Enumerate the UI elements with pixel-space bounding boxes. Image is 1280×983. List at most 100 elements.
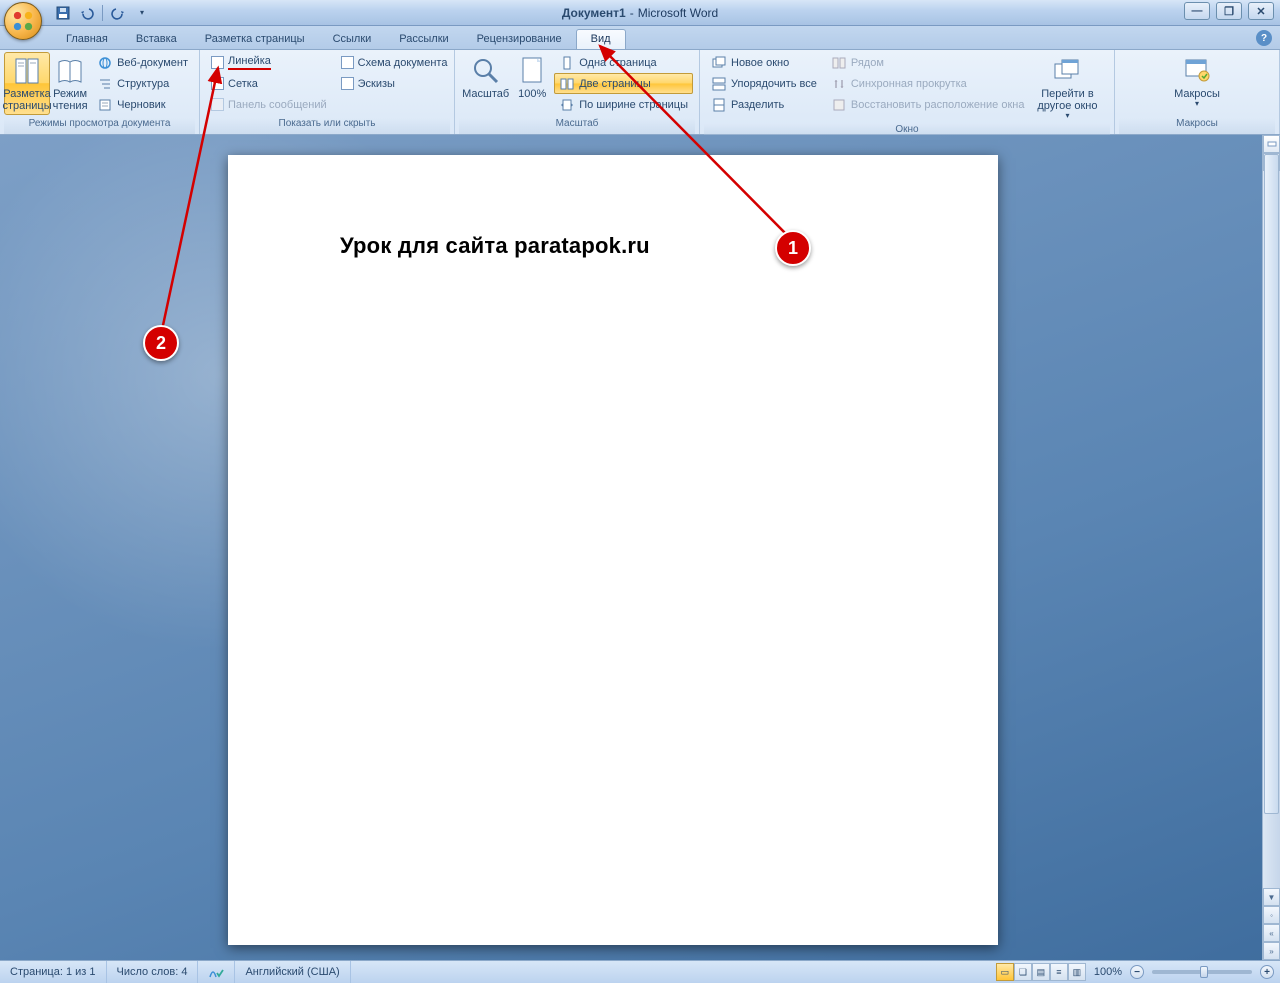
checkbox-icon [341, 77, 354, 90]
sync-scroll-button: Синхронная прокрутка [826, 73, 1030, 94]
tab-references[interactable]: Ссылки [319, 30, 386, 49]
view-mode-buttons: ▭ ❏ ▤ ≡ ▥ [996, 963, 1086, 981]
tab-mailings[interactable]: Рассылки [385, 30, 462, 49]
separator [102, 5, 103, 21]
macros-button[interactable]: Макросы ▾ [1170, 52, 1224, 112]
zoom-slider[interactable] [1152, 970, 1252, 974]
new-window-button[interactable]: Новое окно [706, 52, 822, 73]
office-button[interactable] [4, 2, 42, 40]
outline-button[interactable]: Структура [92, 73, 193, 94]
ruler-checkbox[interactable]: Линейка [206, 52, 332, 73]
checkbox-icon [211, 98, 224, 111]
undo-icon[interactable] [76, 3, 98, 23]
split-button[interactable]: Разделить [706, 94, 822, 115]
page-width-icon [559, 97, 575, 113]
new-window-icon [711, 55, 727, 71]
ribbon-tabs: Главная Вставка Разметка страницы Ссылки… [0, 26, 1280, 50]
view-print-layout-icon[interactable]: ▭ [996, 963, 1014, 981]
two-pages-button[interactable]: Две страницы [554, 73, 693, 94]
next-page-icon[interactable]: » [1263, 942, 1280, 960]
thumbnails-checkbox[interactable]: Эскизы [336, 73, 453, 94]
minimize-button[interactable]: — [1184, 2, 1210, 20]
chevron-down-icon: ▾ [1065, 112, 1069, 121]
status-bar: Страница: 1 из 1 Число слов: 4 Английски… [0, 960, 1280, 983]
web-layout-icon [97, 55, 113, 71]
ruler-toggle-icon[interactable] [1263, 135, 1280, 153]
document-body-text[interactable]: Урок для сайта paratapok.ru [340, 233, 650, 259]
callout-2: 2 [143, 325, 179, 361]
help-icon[interactable]: ? [1256, 30, 1272, 46]
tab-page-layout[interactable]: Разметка страницы [191, 30, 319, 49]
status-words[interactable]: Число слов: 4 [107, 961, 199, 983]
checkbox-icon [341, 56, 354, 69]
document-map-checkbox[interactable]: Схема документа [336, 52, 453, 73]
zoom-slider-thumb[interactable] [1200, 966, 1208, 978]
view-reading-icon[interactable]: ❏ [1014, 963, 1032, 981]
checkbox-icon [211, 56, 224, 69]
message-bar-checkbox: Панель сообщений [206, 94, 332, 115]
zoom-100-button[interactable]: 100% [512, 52, 552, 103]
group-label-views: Режимы просмотра документа [4, 118, 195, 134]
ribbon: Разметка страницы Режим чтения Веб-докум… [0, 50, 1280, 135]
print-layout-button[interactable]: Разметка страницы [4, 52, 50, 115]
maximize-button[interactable]: ❐ [1216, 2, 1242, 20]
chevron-down-icon: ▾ [1195, 100, 1199, 109]
status-proofing-icon[interactable] [198, 961, 235, 983]
side-by-side-icon [831, 55, 847, 71]
tab-home[interactable]: Главная [52, 30, 122, 49]
zoom-button[interactable]: Масштаб [459, 52, 512, 103]
redo-icon[interactable] [107, 3, 129, 23]
print-layout-label: Разметка страницы [2, 88, 51, 112]
scroll-down-icon[interactable]: ▼ [1263, 888, 1280, 906]
tab-view[interactable]: Вид [576, 29, 626, 49]
print-layout-icon [11, 55, 43, 87]
vertical-scrollbar[interactable]: ▲ ▼ ◦ « » [1262, 135, 1280, 960]
web-layout-button[interactable]: Веб-документ [92, 52, 193, 73]
status-page[interactable]: Страница: 1 из 1 [0, 961, 107, 983]
zoom-in-button[interactable]: + [1260, 965, 1274, 979]
zoom-icon [470, 55, 502, 87]
tab-review[interactable]: Рецензирование [463, 30, 576, 49]
app-name: Microsoft Word [638, 6, 718, 20]
tab-insert[interactable]: Вставка [122, 30, 191, 49]
two-pages-icon [559, 76, 575, 92]
scroll-thumb[interactable] [1264, 154, 1279, 814]
gridlines-checkbox[interactable]: Сетка [206, 73, 332, 94]
one-page-icon [559, 55, 575, 71]
view-draft-icon[interactable]: ▥ [1068, 963, 1086, 981]
close-button[interactable]: ✕ [1248, 2, 1274, 20]
draft-icon [97, 97, 113, 113]
callout-1: 1 [775, 230, 811, 266]
document-area: Урок для сайта paratapok.ru ▲ ▼ ◦ « » [0, 135, 1280, 960]
arrange-all-button[interactable]: Упорядочить все [706, 73, 822, 94]
reading-mode-button[interactable]: Режим чтения [50, 52, 90, 115]
zoom-percent[interactable]: 100% [1088, 966, 1128, 978]
draft-button[interactable]: Черновик [92, 94, 193, 115]
window-title: Документ1 - Microsoft Word [562, 6, 718, 20]
group-label-macros: Макросы [1119, 118, 1275, 134]
switch-windows-button[interactable]: Перейти в другое окно ▾ [1031, 52, 1103, 124]
document-page[interactable]: Урок для сайта paratapok.ru [228, 155, 998, 945]
page-width-button[interactable]: По ширине страницы [554, 94, 693, 115]
zoom-label: Масштаб [462, 88, 509, 100]
outline-icon [97, 76, 113, 92]
zoom-out-button[interactable]: − [1130, 965, 1144, 979]
view-web-icon[interactable]: ▤ [1032, 963, 1050, 981]
prev-page-icon[interactable]: « [1263, 924, 1280, 942]
switch-windows-label: Перейти в другое окно [1035, 88, 1099, 112]
browse-object-icon[interactable]: ◦ [1263, 906, 1280, 924]
qat-customize-icon[interactable]: ▾ [131, 3, 153, 23]
one-page-button[interactable]: Одна страница [554, 52, 693, 73]
reset-position-icon [831, 97, 847, 113]
page-icon [516, 55, 548, 87]
status-language[interactable]: Английский (США) [235, 961, 350, 983]
reading-mode-icon [54, 55, 86, 87]
zoom-100-label: 100% [518, 88, 546, 100]
group-macros: Макросы ▾ Макросы [1115, 50, 1280, 134]
split-icon [711, 97, 727, 113]
document-name: Документ1 [562, 6, 626, 20]
view-outline-icon[interactable]: ≡ [1050, 963, 1068, 981]
title-bar: ▾ Документ1 - Microsoft Word — ❐ ✕ [0, 0, 1280, 26]
reset-position-button: Восстановить расположение окна [826, 94, 1030, 115]
save-icon[interactable] [52, 3, 74, 23]
